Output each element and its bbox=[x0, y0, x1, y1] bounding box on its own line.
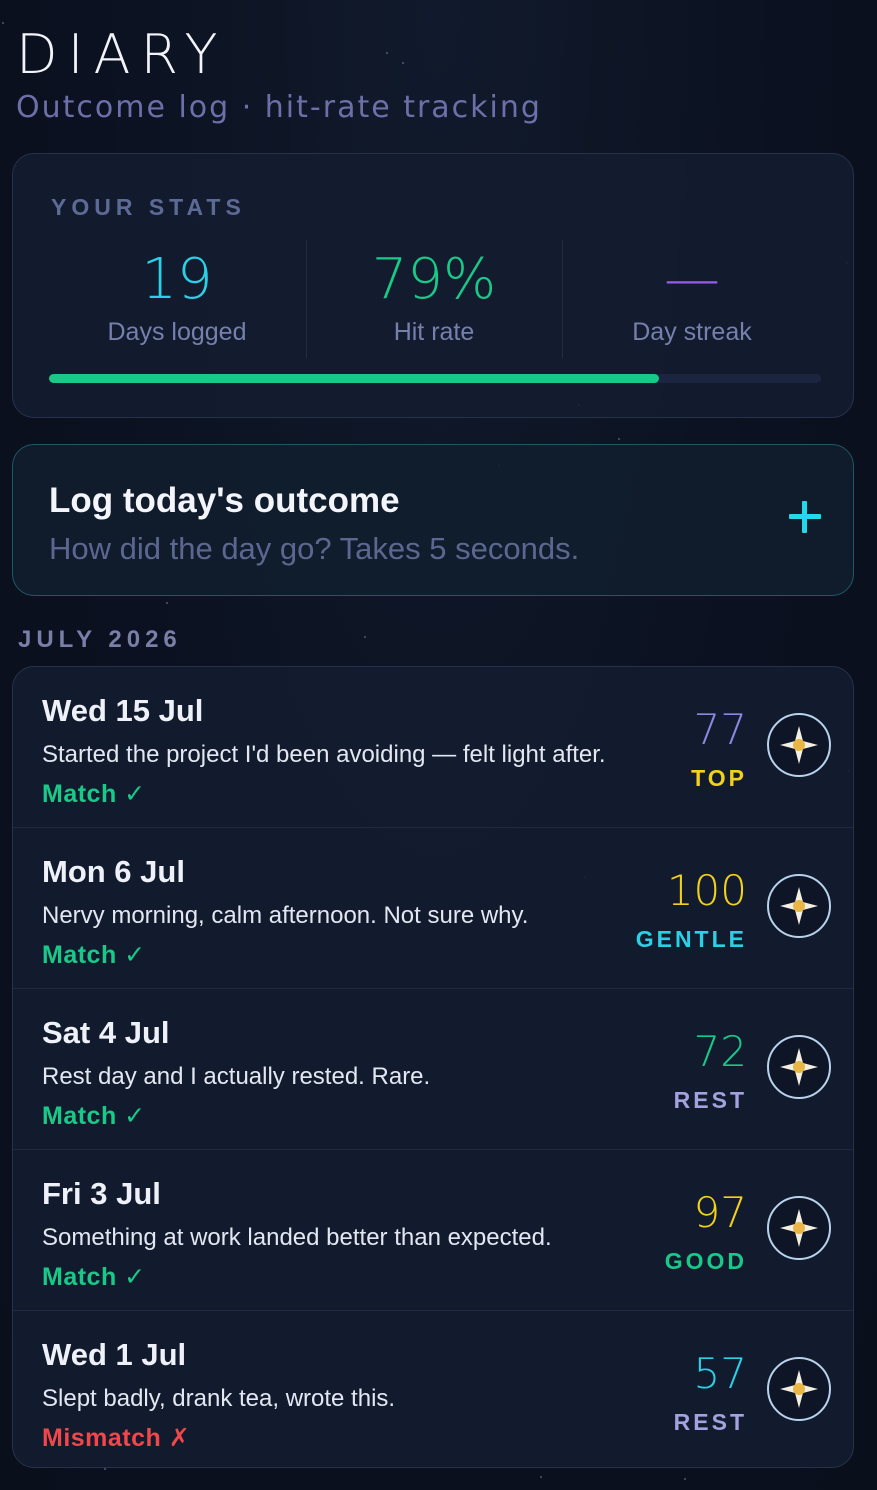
log-today-button[interactable]: Log today's outcome How did the day go? … bbox=[12, 444, 854, 596]
entry-score: 57 bbox=[693, 1349, 747, 1398]
compass-star-glyph bbox=[780, 1209, 818, 1247]
app-title: DIARY bbox=[16, 23, 228, 86]
entry-score: 97 bbox=[693, 1188, 747, 1237]
month-heading: JULY 2026 bbox=[18, 626, 182, 653]
entry-tag: GOOD bbox=[664, 1248, 747, 1274]
entry-note: Something at work landed better than exp… bbox=[42, 1224, 552, 1251]
days-logged-value: 19 bbox=[141, 247, 213, 312]
entry-score: 72 bbox=[693, 1027, 747, 1076]
day-streak-label: Day streak bbox=[632, 318, 752, 346]
diary-entry[interactable]: Wed 15 Jul Started the project I'd been … bbox=[13, 667, 853, 828]
entry-tag: TOP bbox=[691, 765, 747, 791]
stat-days-logged: 19 Days logged bbox=[47, 242, 307, 347]
plus-icon[interactable] bbox=[785, 497, 825, 537]
entry-score: 77 bbox=[693, 705, 747, 754]
compass-star-icon[interactable] bbox=[767, 1196, 831, 1260]
stats-heading: YOUR STATS bbox=[51, 194, 246, 220]
stat-day-streak: — Day streak bbox=[562, 242, 822, 347]
compass-star-icon[interactable] bbox=[767, 713, 831, 777]
entry-date: Sat 4 Jul bbox=[42, 1015, 170, 1050]
diary-entry[interactable]: Sat 4 Jul Rest day and I actually rested… bbox=[13, 989, 853, 1150]
entry-note: Nervy morning, calm afternoon. Not sure … bbox=[42, 902, 529, 929]
stat-hit-rate: 79% Hit rate bbox=[304, 242, 564, 347]
compass-star-glyph bbox=[780, 726, 818, 764]
diary-entry[interactable]: Fri 3 Jul Something at work landed bette… bbox=[13, 1150, 853, 1311]
entry-tag: REST bbox=[673, 1087, 747, 1113]
app-subtitle: Outcome log · hit-rate tracking bbox=[16, 90, 542, 125]
compass-star-icon[interactable] bbox=[767, 1035, 831, 1099]
entry-note: Rest day and I actually rested. Rare. bbox=[42, 1063, 431, 1090]
entry-result: Match ✓ bbox=[42, 941, 146, 969]
entry-note: Started the project I'd been avoiding — … bbox=[42, 741, 606, 768]
entry-score: 100 bbox=[666, 866, 747, 915]
entry-note: Slept badly, drank tea, wrote this. bbox=[42, 1385, 396, 1412]
app-header: DIARY Outcome log · hit-rate tracking bbox=[16, 26, 856, 126]
entry-result: Match ✓ bbox=[42, 1102, 146, 1130]
hit-rate-progress-fill bbox=[49, 374, 659, 383]
plus-icon-glyph bbox=[789, 501, 821, 533]
compass-star-glyph bbox=[780, 887, 818, 925]
entry-result: Match ✓ bbox=[42, 780, 146, 808]
hit-rate-progress-bar bbox=[49, 374, 821, 383]
entries-list: Wed 15 Jul Started the project I'd been … bbox=[12, 666, 854, 1468]
log-today-title: Log today's outcome bbox=[49, 481, 400, 520]
hit-rate-value: 79% bbox=[371, 247, 497, 312]
entry-date: Mon 6 Jul bbox=[42, 854, 185, 889]
entry-date: Wed 15 Jul bbox=[42, 693, 204, 728]
diary-entry[interactable]: Mon 6 Jul Nervy morning, calm afternoon.… bbox=[13, 828, 853, 989]
entry-result: Mismatch ✗ bbox=[42, 1424, 191, 1452]
entry-date: Wed 1 Jul bbox=[42, 1337, 187, 1372]
stats-card: YOUR STATS 19 Days logged 79% Hit rate —… bbox=[12, 153, 854, 418]
diary-entry[interactable]: Wed 1 Jul Slept badly, drank tea, wrote … bbox=[13, 1311, 853, 1467]
entry-tag: REST bbox=[673, 1409, 747, 1435]
days-logged-label: Days logged bbox=[107, 318, 247, 346]
compass-star-icon[interactable] bbox=[767, 1357, 831, 1421]
compass-star-glyph bbox=[780, 1048, 818, 1086]
entry-date: Fri 3 Jul bbox=[42, 1176, 161, 1211]
entry-tag: GENTLE bbox=[635, 926, 747, 952]
compass-star-icon[interactable] bbox=[767, 874, 831, 938]
compass-star-glyph bbox=[780, 1370, 818, 1408]
day-streak-value: — bbox=[664, 247, 720, 312]
entry-result: Match ✓ bbox=[42, 1263, 146, 1291]
log-today-subtitle: How did the day go? Takes 5 seconds. bbox=[49, 531, 580, 566]
hit-rate-label: Hit rate bbox=[393, 318, 475, 346]
